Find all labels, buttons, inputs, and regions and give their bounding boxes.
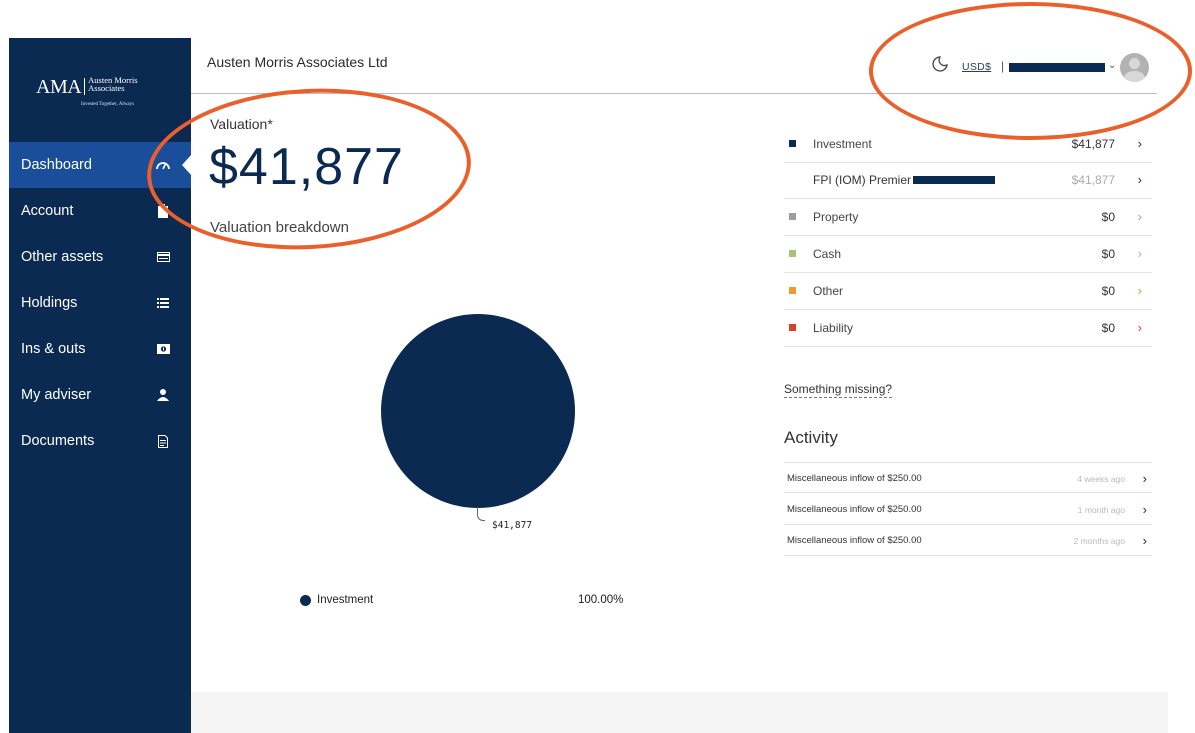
legend-percentage: 100.00% [578,594,624,606]
activity-text: Miscellaneous inflow of $250.00 [787,473,922,484]
asset-row-fpi-iom-premier[interactable]: FPI (IOM) Premier $41,877 › [784,162,1152,199]
asset-row-property[interactable]: Property $0 › [784,199,1152,236]
annotation-ellipse-header [869,2,1192,140]
asset-name: Investment [813,137,872,151]
asset-value: $41,877 [1071,173,1115,187]
asset-value: $41,877 [1071,137,1115,151]
sidebar-item-other-assets[interactable]: Other assets [9,234,191,280]
activity-time: 1 month ago [1077,505,1125,515]
document-icon [155,433,171,449]
chevron-right-icon: › [1137,209,1142,224]
asset-color-swatch [789,250,796,257]
asset-value: $0 [1101,247,1115,261]
sidebar-item-holdings[interactable]: Holdings [9,280,191,326]
asset-row-other[interactable]: Other $0 › [784,273,1152,310]
logo-wordmark: Austen Morris Associates [88,76,137,93]
asset-row-cash[interactable]: Cash $0 › [784,236,1152,273]
asset-value: $0 [1101,210,1115,224]
dashboard-page: AMA Austen Morris Associates Invested Toge… [0,0,1195,733]
asset-color-swatch [789,213,796,220]
asset-row-investment[interactable]: Investment $41,877 › [784,126,1152,163]
asset-color-swatch [789,324,796,331]
sidebar-item-label: Dashboard [21,157,92,173]
activity-item[interactable]: Miscellaneous inflow of $250.00 1 month … [784,494,1152,525]
activity-item[interactable]: Miscellaneous inflow of $250.00 2 months… [784,525,1152,556]
list-icon [155,295,171,311]
asset-name: Property [813,210,859,224]
activity-time: 4 weeks ago [1077,474,1125,484]
chevron-right-icon: › [1142,471,1147,486]
chevron-right-icon: › [1137,283,1142,298]
cash-icon [155,341,171,357]
logo-divider [84,78,86,95]
activity-time: 2 months ago [1073,536,1125,546]
annotation-ellipse-valuation [143,80,475,258]
sidebar-item-ins-outs[interactable]: Ins & outs [9,326,191,372]
pie-slice-investment[interactable] [381,314,575,508]
company-name: Austen Morris Associates Ltd [207,54,388,70]
sidebar-item-label: Holdings [21,295,78,311]
logo-mark: AMA [36,76,82,98]
asset-name: Other [813,284,844,298]
sidebar-item-label: My adviser [21,387,92,403]
card-icon [155,249,171,265]
sidebar-item-label: Ins & outs [21,341,86,357]
chevron-right-icon: › [1137,246,1142,261]
asset-name: Liability [813,321,854,335]
legend-marker [300,595,311,606]
chevron-right-icon: › [1137,136,1142,151]
sidebar-item-label: Documents [21,433,95,449]
policy-number-redacted [913,176,995,184]
chevron-right-icon: › [1142,502,1147,517]
asset-color-swatch [789,287,796,294]
chevron-right-icon: › [1137,172,1142,187]
asset-name: FPI (IOM) Premier [813,173,911,187]
something-missing-link[interactable]: Something missing? [784,382,893,398]
activity-title: Activity [784,428,838,447]
activity-text: Miscellaneous inflow of $250.00 [787,504,922,515]
sidebar-item-label: Other assets [21,249,104,265]
activity-text: Miscellaneous inflow of $250.00 [787,535,922,546]
logo-tagline: Invested Together, Always [81,102,135,107]
chevron-right-icon: › [1137,320,1142,335]
footer-band [191,692,1168,733]
sidebar-item-documents[interactable]: Documents [9,418,191,464]
pie-slice-label: $41,877 [492,520,533,531]
activity-item[interactable]: Miscellaneous inflow of $250.00 4 weeks … [784,462,1152,493]
asset-value: $0 [1101,321,1115,335]
asset-name: Cash [813,247,842,261]
asset-row-liability[interactable]: Liability $0 › [784,310,1152,347]
logo-line-2: Associates [88,83,125,93]
chevron-right-icon: › [1142,533,1147,548]
sidebar-item-label: Account [21,203,74,219]
pie-label-leader [477,507,485,521]
asset-color-swatch [789,140,796,147]
asset-value: $0 [1101,284,1115,298]
sidebar-item-my-adviser[interactable]: My adviser [9,372,191,418]
person-icon [155,387,171,403]
brand-logo[interactable]: AMA Austen Morris Associates Invested Toge… [36,76,138,107]
legend-label: Investment [317,594,374,606]
